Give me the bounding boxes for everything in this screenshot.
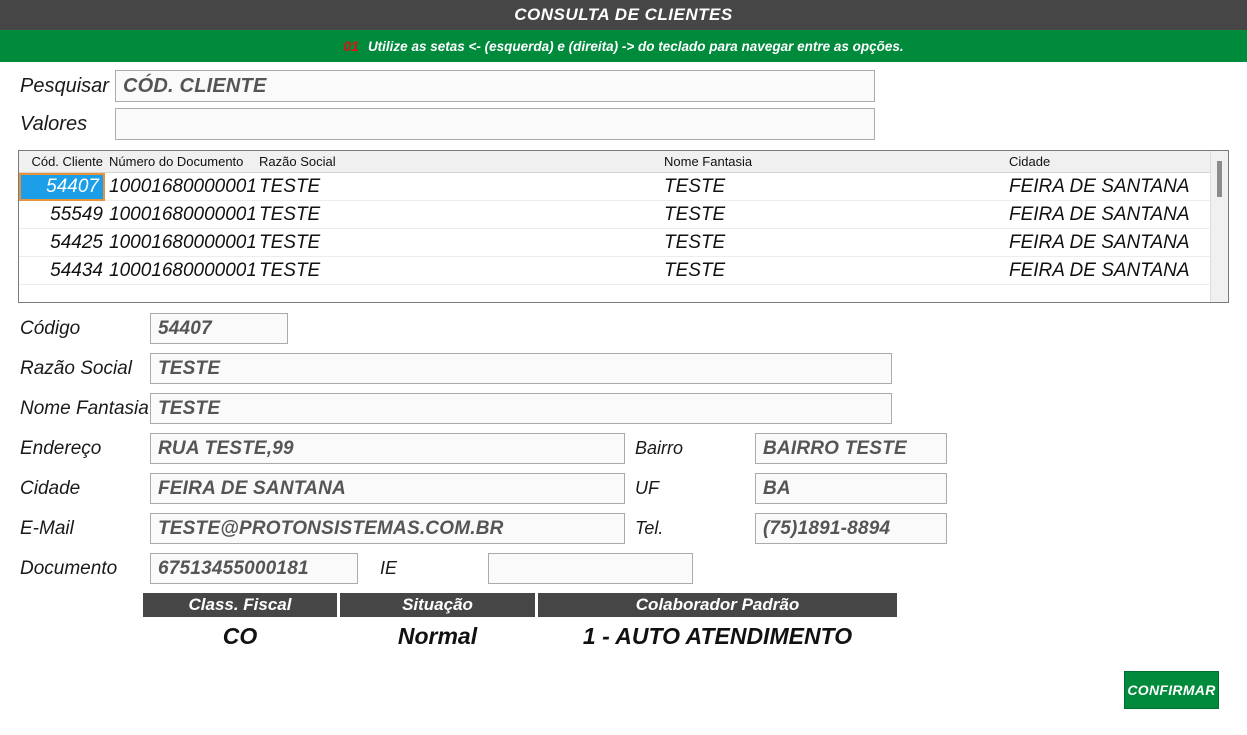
clients-results-grid[interactable]: Cód. Cliente Número do Documento Razão S… — [18, 150, 1229, 303]
cell-nome-fantasia: TESTE — [664, 175, 726, 197]
hint-step-number: 01 — [343, 38, 359, 54]
summary-header-situacao: Situação — [340, 593, 535, 617]
cell-codigo[interactable]: 55549 — [19, 201, 105, 229]
summary-value-class-fiscal: CO — [222, 622, 258, 649]
nome-fantasia-row: Nome Fantasia TESTE — [20, 393, 1247, 424]
ie-input[interactable] — [488, 553, 693, 584]
valores-field-row: Valores — [0, 108, 1247, 140]
cell-codigo[interactable]: 54425 — [19, 229, 105, 257]
table-row[interactable]: 54425 10001680000001 TESTE TESTE FEIRA D… — [19, 229, 1210, 257]
cell-nome-fantasia: TESTE — [664, 231, 726, 253]
email-label: E-Mail — [20, 517, 74, 539]
summary-value-row: CO Normal 1 - AUTO ATENDIMENTO — [143, 617, 1247, 655]
cell-cidade: FEIRA DE SANTANA — [1009, 259, 1190, 281]
cidade-input[interactable]: FEIRA DE SANTANA — [150, 473, 625, 504]
search-field-row: Pesquisar CÓD. CLIENTE — [0, 70, 1247, 102]
summary-header-class-fiscal: Class. Fiscal — [143, 593, 337, 617]
cell-codigo[interactable]: 54407 — [19, 172, 105, 201]
documento-ie-row: Documento 67513455000181 IE — [20, 553, 1247, 584]
codigo-row: Código 54407 — [20, 313, 1247, 344]
grid-header-documento[interactable]: Número do Documento — [105, 154, 255, 169]
client-detail-form: Código 54407 Razão Social TESTE Nome Fan… — [0, 313, 1247, 584]
cidade-uf-row: Cidade FEIRA DE SANTANA UF BA — [20, 473, 1247, 504]
bairro-label: Bairro — [635, 438, 684, 458]
client-summary-table: Class. Fiscal Situação Colaborador Padrã… — [0, 593, 1247, 655]
grid-header-codigo[interactable]: Cód. Cliente — [19, 154, 105, 169]
email-input[interactable]: TESTE@PROTONSISTEMAS.COM.BR — [150, 513, 625, 544]
window-titlebar: CONSULTA DE CLIENTES — [0, 0, 1247, 30]
documento-input[interactable]: 67513455000181 — [150, 553, 358, 584]
tel-input[interactable]: (75)1891-8894 — [755, 513, 947, 544]
cell-cidade: FEIRA DE SANTANA — [1009, 175, 1190, 197]
cell-razao-social: TESTE — [259, 203, 321, 225]
valores-input[interactable] — [115, 108, 875, 140]
razao-social-input[interactable]: TESTE — [150, 353, 892, 384]
razao-social-row: Razão Social TESTE — [20, 353, 1247, 384]
grid-header-row: Cód. Cliente Número do Documento Razão S… — [19, 151, 1210, 173]
table-row[interactable]: 54434 10001680000001 TESTE TESTE FEIRA D… — [19, 257, 1210, 285]
confirmar-button[interactable]: CONFIRMAR — [1124, 671, 1219, 709]
grid-header-razao-social[interactable]: Razão Social — [255, 154, 660, 169]
tel-label: Tel. — [635, 518, 664, 538]
cell-razao-social: TESTE — [259, 231, 321, 253]
razao-social-label: Razão Social — [20, 357, 132, 379]
grid-scrollbar-thumb[interactable] — [1217, 161, 1222, 197]
cell-razao-social: TESTE — [259, 259, 321, 281]
summary-header-row: Class. Fiscal Situação Colaborador Padrã… — [143, 593, 1247, 617]
cell-documento: 10001680000001 — [109, 259, 255, 281]
search-area: Pesquisar CÓD. CLIENTE Valores — [0, 62, 1247, 140]
uf-label: UF — [635, 478, 659, 498]
cell-documento: 10001680000001 — [109, 175, 255, 197]
cell-codigo[interactable]: 54434 — [19, 257, 105, 285]
ie-label: IE — [380, 558, 398, 578]
page-title: CONSULTA DE CLIENTES — [514, 5, 733, 24]
cell-nome-fantasia: TESTE — [664, 259, 726, 281]
nome-fantasia-input[interactable]: TESTE — [150, 393, 892, 424]
grid-body: Cód. Cliente Número do Documento Razão S… — [19, 151, 1210, 302]
bairro-input[interactable]: BAIRRO TESTE — [755, 433, 947, 464]
email-tel-row: E-Mail TESTE@PROTONSISTEMAS.COM.BR Tel. … — [20, 513, 1247, 544]
cell-cidade: FEIRA DE SANTANA — [1009, 231, 1190, 253]
nome-fantasia-label: Nome Fantasia — [20, 397, 149, 419]
cell-razao-social: TESTE — [259, 175, 321, 197]
summary-value-colaborador-padrao: 1 - AUTO ATENDIMENTO — [582, 622, 853, 649]
valores-label: Valores — [20, 112, 88, 135]
hint-text: Utilize as setas <- (esquerda) e (direit… — [367, 38, 904, 54]
codigo-label: Código — [20, 317, 81, 339]
endereco-input[interactable]: RUA TESTE,99 — [150, 433, 625, 464]
grid-header-nome-fantasia[interactable]: Nome Fantasia — [660, 154, 1005, 169]
documento-label: Documento — [20, 557, 118, 579]
cell-cidade: FEIRA DE SANTANA — [1009, 203, 1190, 225]
cell-documento: 10001680000001 — [109, 231, 255, 253]
table-row[interactable]: 54407 10001680000001 TESTE TESTE FEIRA D… — [19, 172, 1210, 201]
summary-header-colaborador-padrao: Colaborador Padrão — [538, 593, 897, 617]
cell-nome-fantasia: TESTE — [664, 203, 726, 225]
summary-value-situacao: Normal — [397, 622, 478, 649]
grid-header-cidade[interactable]: Cidade — [1005, 154, 1205, 169]
keyboard-hint-bar: 01 Utilize as setas <- (esquerda) e (dir… — [0, 30, 1247, 62]
grid-vertical-scrollbar[interactable] — [1210, 151, 1228, 302]
codigo-input[interactable]: 54407 — [150, 313, 288, 344]
cell-documento: 10001680000001 — [109, 203, 255, 225]
table-row[interactable]: 55549 10001680000001 TESTE TESTE FEIRA D… — [19, 201, 1210, 229]
endereco-label: Endereço — [20, 437, 102, 459]
uf-input[interactable]: BA — [755, 473, 947, 504]
endereco-bairro-row: Endereço RUA TESTE,99 Bairro BAIRRO TEST… — [20, 433, 1247, 464]
pesquisar-input[interactable]: CÓD. CLIENTE — [115, 70, 875, 102]
pesquisar-label: Pesquisar — [20, 74, 109, 97]
cidade-label: Cidade — [20, 477, 81, 499]
